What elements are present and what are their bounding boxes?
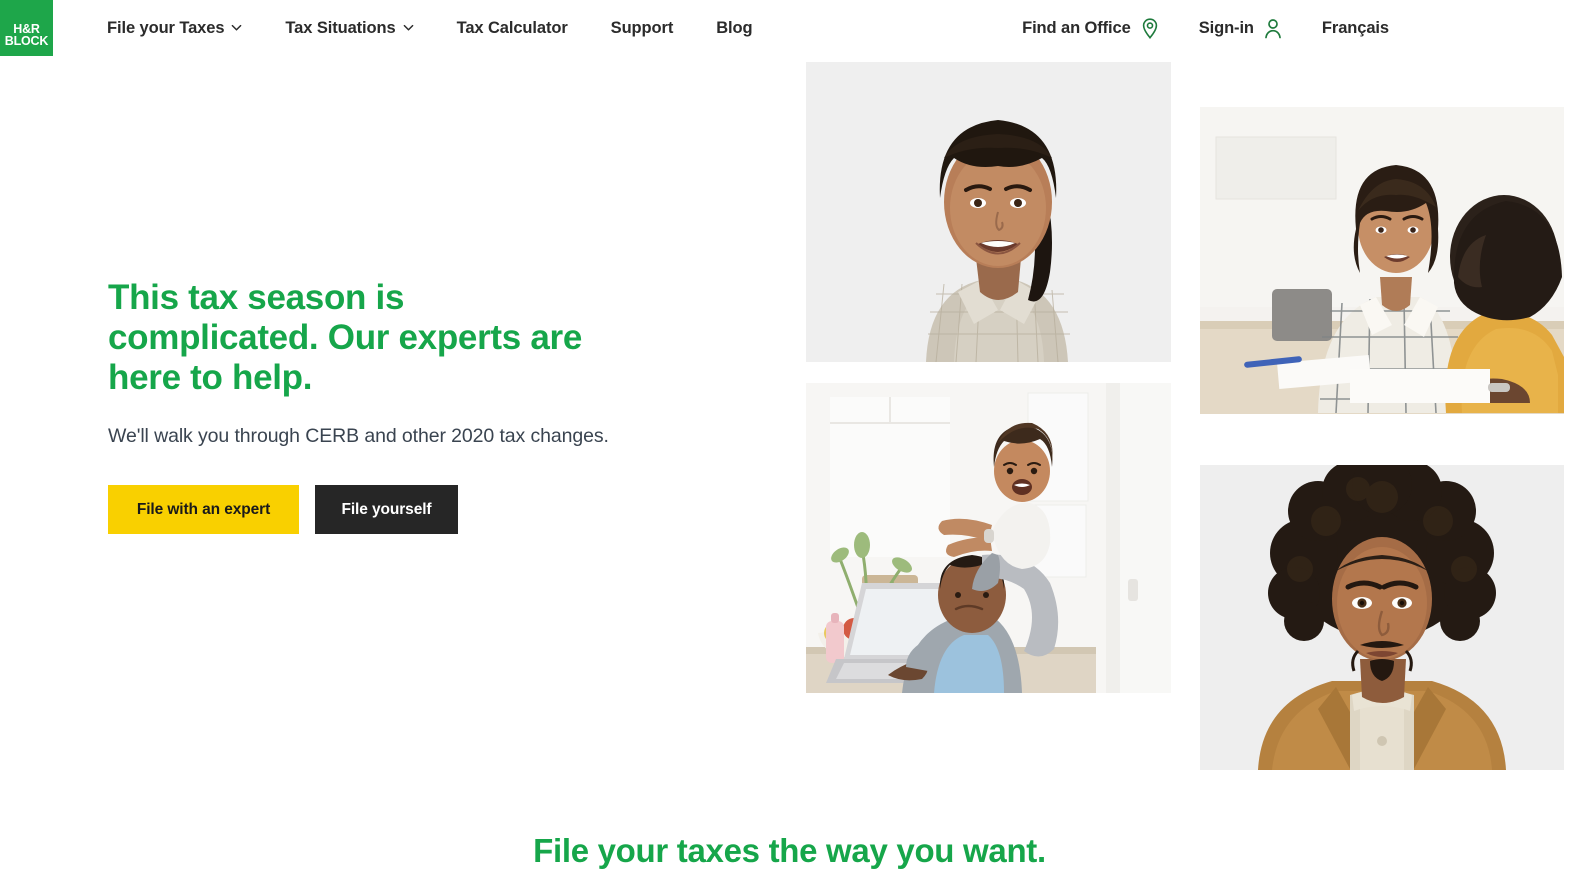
- hero-subtitle: We'll walk you through CERB and other 20…: [108, 425, 609, 447]
- hero-headline-line3: here to help.: [108, 358, 313, 397]
- hero-headline-line1: This tax season is: [108, 278, 405, 317]
- file-with-an-expert-button[interactable]: File with an expert: [108, 485, 299, 534]
- hero-photo-woman-portrait: [806, 62, 1171, 362]
- section-heading-file-your-way: File your taxes the way you want.: [533, 832, 1046, 869]
- hero-photo-father-laptop: [806, 383, 1171, 693]
- hero-headline-line2: complicated. Our experts are: [108, 318, 583, 357]
- hero-headline: This tax season is complicated. Our expe…: [108, 278, 728, 398]
- page-root: H&R BLOCK File your Taxes Tax Situations…: [0, 0, 1579, 886]
- file-yourself-button[interactable]: File yourself: [315, 485, 458, 534]
- hero-content: This tax season is complicated. Our expe…: [108, 278, 728, 534]
- hero-photo-expert-meeting: [1200, 107, 1564, 414]
- hero-cta-group: File with an expert File yourself: [108, 485, 728, 534]
- hero-photo-man-portrait: [1200, 465, 1564, 770]
